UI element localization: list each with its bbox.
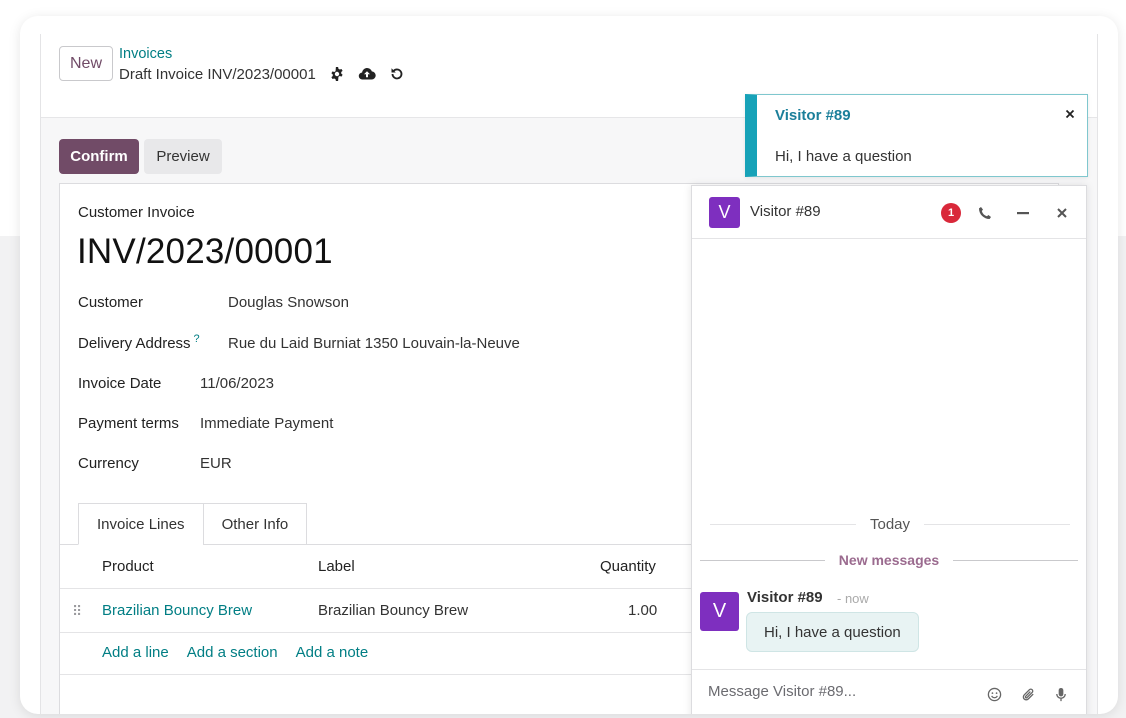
chat-header[interactable]: V Visitor #89 1 <box>692 186 1086 239</box>
cloud-upload-icon[interactable] <box>358 65 376 83</box>
document-type-label: Customer Invoice <box>78 204 195 221</box>
add-line-link[interactable]: Add a line <box>102 644 169 661</box>
breadcrumb-current-record: Draft Invoice INV/2023/00001 <box>119 65 316 83</box>
column-label[interactable]: Label <box>318 545 355 589</box>
microphone-icon[interactable] <box>1049 682 1073 706</box>
invoice-date-field: Invoice Date 11/06/2023 <box>78 375 274 392</box>
message-time: - now <box>837 591 869 606</box>
currency-label: Currency <box>78 455 139 472</box>
message-bubble: Hi, I have a question <box>746 612 919 652</box>
chat-title[interactable]: Visitor #89 <box>750 203 821 220</box>
breadcrumb: Draft Invoice INV/2023/00001 <box>119 65 406 83</box>
drag-handle-icon[interactable]: ⠿ <box>72 589 82 633</box>
delivery-address-value[interactable]: Rue du Laid Burniat 1350 Louvain-la-Neuv… <box>228 335 520 352</box>
invoice-date-value[interactable]: 11/06/2023 <box>200 375 274 392</box>
confirm-button[interactable]: Confirm <box>59 139 139 174</box>
column-quantity[interactable]: Quantity <box>600 545 656 589</box>
new-button[interactable]: New <box>59 46 113 81</box>
delivery-address-field: Delivery Address? Rue du Laid Burniat 13… <box>78 333 520 352</box>
minimize-icon[interactable] <box>1011 201 1035 225</box>
tab-other-info[interactable]: Other Info <box>202 503 308 545</box>
chat-notification-toast[interactable]: Visitor #89 Hi, I have a question <box>745 94 1088 177</box>
customer-value[interactable]: Douglas Snowson <box>228 294 349 311</box>
chat-window: V Visitor #89 1 Today New messages V Vis… <box>691 185 1087 714</box>
close-icon[interactable] <box>1050 201 1074 225</box>
undo-icon[interactable] <box>388 65 406 83</box>
message-author[interactable]: Visitor #89 <box>747 589 823 606</box>
notification-title[interactable]: Visitor #89 <box>775 107 851 124</box>
date-separator: Today <box>710 514 1070 534</box>
row-quantity[interactable]: 1.00 <box>628 589 657 633</box>
customer-field: Customer Douglas Snowson <box>78 294 349 311</box>
row-product[interactable]: Brazilian Bouncy Brew <box>102 589 252 633</box>
avatar: V <box>709 197 740 228</box>
notification-message: Hi, I have a question <box>775 148 912 165</box>
message-avatar[interactable]: V <box>700 592 739 631</box>
payment-terms-label: Payment terms <box>78 415 179 432</box>
row-label[interactable]: Brazilian Bouncy Brew <box>318 589 468 633</box>
gear-icon[interactable] <box>328 65 346 83</box>
invoice-date-label: Invoice Date <box>78 375 162 392</box>
invoice-number: INV/2023/00001 <box>77 232 333 271</box>
emoji-icon[interactable] <box>982 682 1006 706</box>
message-input[interactable] <box>708 683 968 700</box>
close-icon[interactable] <box>1063 107 1077 121</box>
currency-field: Currency EUR <box>78 455 232 472</box>
today-label: Today <box>869 515 911 533</box>
tab-invoice-lines[interactable]: Invoice Lines <box>78 503 204 545</box>
customer-label: Customer <box>78 294 144 311</box>
phone-icon[interactable] <box>973 201 997 225</box>
unread-badge: 1 <box>941 203 961 223</box>
add-section-link[interactable]: Add a section <box>187 644 278 661</box>
help-tooltip-icon[interactable]: ? <box>194 333 200 345</box>
payment-terms-field: Payment terms Immediate Payment <box>78 415 333 432</box>
breadcrumb-invoices-link[interactable]: Invoices <box>119 46 172 62</box>
new-messages-label: New messages <box>838 552 940 568</box>
preview-button[interactable]: Preview <box>144 139 222 174</box>
notebook-tabs: Invoice Lines Other Info <box>78 503 308 545</box>
column-product[interactable]: Product <box>102 545 154 589</box>
currency-value[interactable]: EUR <box>200 455 232 472</box>
delivery-address-label: Delivery Address <box>78 335 191 352</box>
add-note-link[interactable]: Add a note <box>296 644 369 661</box>
chat-composer <box>692 669 1086 714</box>
add-links: Add a line Add a section Add a note <box>102 644 368 661</box>
payment-terms-value[interactable]: Immediate Payment <box>200 415 333 432</box>
paperclip-icon[interactable] <box>1016 682 1040 706</box>
new-messages-separator: New messages <box>700 550 1078 570</box>
